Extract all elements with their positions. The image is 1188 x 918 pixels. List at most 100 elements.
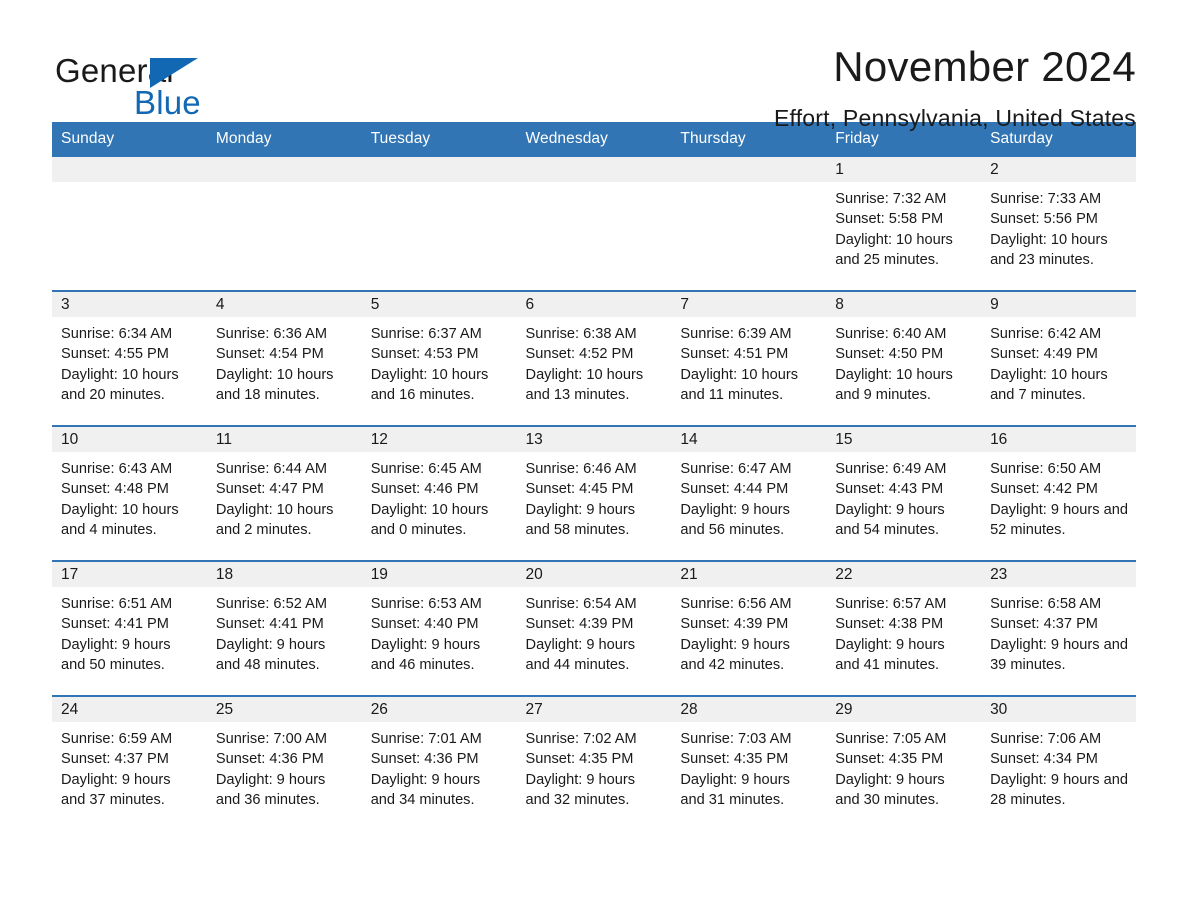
day-number: 11	[206, 427, 362, 452]
calendar-day-cell[interactable]: 17 Sunrise: 6:51 AM Sunset: 4:41 PM Dayligh…	[52, 560, 207, 696]
daylight-text: Daylight: 9 hours and 56 minutes.	[680, 501, 790, 538]
calendar-day-cell[interactable]: 13 Sunrise: 6:46 AM Sunset: 4:45 PM Dayligh…	[516, 425, 672, 561]
sunset-text: Sunset: 4:55 PM	[61, 346, 169, 363]
daylight-text: Daylight: 9 hours and 32 minutes.	[525, 771, 636, 808]
day-number: 2	[981, 157, 1136, 182]
sunset-text: Sunset: 4:45 PM	[525, 481, 634, 498]
calendar-day-cell[interactable]: 19 Sunrise: 6:53 AM Sunset: 4:40 PM Dayligh…	[361, 560, 517, 696]
day-details	[362, 182, 517, 290]
calendar-day-cell[interactable]: 24 Sunrise: 6:59 AM Sunset: 4:37 PM Dayligh…	[52, 695, 207, 830]
weekday-header-sunday: Sunday	[52, 122, 207, 157]
sunset-text: Sunset: 4:40 PM	[370, 616, 479, 633]
day-details: Sunrise: 6:56 AM Sunset: 4:39 PM Daylight:…	[671, 587, 826, 695]
day-number: 15	[826, 427, 982, 452]
day-number	[361, 157, 517, 182]
sunrise-text: Sunrise: 6:51 AM	[61, 596, 173, 612]
calendar-week-row: 17 Sunrise: 6:51 AM Sunset: 4:41 PM Dayligh…	[52, 560, 1136, 696]
daylight-text: Daylight: 10 hours and 9 minutes.	[835, 366, 953, 403]
daylight-text: Daylight: 9 hours and 48 minutes.	[215, 636, 326, 673]
sunrise-text: Sunrise: 6:53 AM	[370, 596, 482, 612]
sunrise-text: Sunrise: 6:54 AM	[525, 596, 637, 612]
calendar-day-cell[interactable]: 23 Sunrise: 6:58 AM Sunset: 4:37 PM Dayligh…	[981, 560, 1136, 696]
sunset-text: Sunset: 4:36 PM	[370, 751, 479, 768]
day-details: Sunrise: 6:40 AM Sunset: 4:50 PM Daylight:…	[826, 317, 981, 425]
day-details: Sunrise: 6:47 AM Sunset: 4:44 PM Daylight:…	[671, 452, 826, 560]
page-header: General Blue November 2024 Effort, Penns…	[0, 0, 1188, 131]
day-details: Sunrise: 7:02 AM Sunset: 4:35 PM Daylight:…	[517, 722, 672, 830]
day-number: 5	[361, 292, 517, 317]
daylight-text: Daylight: 10 hours and 13 minutes.	[525, 366, 644, 403]
day-details: Sunrise: 6:45 AM Sunset: 4:46 PM Daylight:…	[362, 452, 517, 560]
calendar-day-cell[interactable]: 28 Sunrise: 7:03 AM Sunset: 4:35 PM Dayligh…	[671, 695, 827, 830]
calendar-cell-empty	[52, 157, 207, 291]
calendar-day-cell[interactable]: 4 Sunrise: 6:36 AM Sunset: 4:54 PM Daylight…	[206, 290, 362, 426]
daylight-text: Daylight: 9 hours and 31 minutes.	[680, 771, 790, 808]
calendar-day-cell[interactable]: 3 Sunrise: 6:34 AM Sunset: 4:55 PM Daylight…	[52, 290, 207, 426]
daylight-text: Daylight: 9 hours and 42 minutes.	[680, 636, 790, 673]
calendar-day-cell[interactable]: 14 Sunrise: 6:47 AM Sunset: 4:44 PM Dayligh…	[671, 425, 827, 561]
sunset-text: Sunset: 4:54 PM	[215, 346, 324, 363]
sunset-text: Sunset: 4:43 PM	[835, 481, 944, 498]
calendar-day-cell[interactable]: 25 Sunrise: 7:00 AM Sunset: 4:36 PM Dayligh…	[206, 695, 362, 830]
calendar-day-cell[interactable]: 5 Sunrise: 6:37 AM Sunset: 4:53 PM Daylight…	[361, 290, 517, 426]
daylight-text: Daylight: 9 hours and 39 minutes.	[990, 636, 1128, 673]
sunrise-sunset-calendar: Sunday Monday Tuesday Wednesday Thursday Frid…	[52, 122, 1136, 830]
day-details: Sunrise: 6:34 AM Sunset: 4:55 PM Daylight:…	[52, 317, 207, 425]
day-details: Sunrise: 6:38 AM Sunset: 4:52 PM Daylight:…	[517, 317, 672, 425]
calendar-day-cell[interactable]: 27 Sunrise: 7:02 AM Sunset: 4:35 PM Dayligh…	[516, 695, 672, 830]
calendar-day-cell[interactable]: 26 Sunrise: 7:01 AM Sunset: 4:36 PM Dayligh…	[361, 695, 517, 830]
location-subtitle: Effort, Pennsylvania, United States	[774, 105, 1136, 132]
sunset-text: Sunset: 4:35 PM	[525, 751, 634, 768]
sunrise-text: Sunrise: 7:03 AM	[680, 731, 792, 747]
sunrise-text: Sunrise: 6:42 AM	[990, 326, 1102, 342]
day-details: Sunrise: 6:42 AM Sunset: 4:49 PM Daylight:…	[981, 317, 1136, 425]
day-details: Sunrise: 6:36 AM Sunset: 4:54 PM Daylight:…	[207, 317, 362, 425]
calendar-day-cell[interactable]: 1 Sunrise: 7:32 AM Sunset: 5:58 PM Daylight…	[826, 157, 982, 291]
calendar-day-cell[interactable]: 10 Sunrise: 6:43 AM Sunset: 4:48 PM Dayligh…	[52, 425, 207, 561]
calendar-day-cell[interactable]: 29 Sunrise: 7:05 AM Sunset: 4:35 PM Dayligh…	[826, 695, 982, 830]
daylight-text: Daylight: 10 hours and 25 minutes.	[835, 231, 953, 268]
sunset-text: Sunset: 4:48 PM	[61, 481, 169, 498]
sunrise-text: Sunrise: 6:47 AM	[680, 461, 792, 477]
day-details: Sunrise: 6:54 AM Sunset: 4:39 PM Daylight:…	[517, 587, 672, 695]
daylight-text: Daylight: 10 hours and 16 minutes.	[370, 366, 489, 403]
calendar-day-cell[interactable]: 22 Sunrise: 6:57 AM Sunset: 4:38 PM Dayligh…	[826, 560, 982, 696]
calendar-cell-empty	[361, 157, 517, 291]
calendar-day-cell[interactable]: 8 Sunrise: 6:40 AM Sunset: 4:50 PM Daylight…	[826, 290, 982, 426]
calendar-day-cell[interactable]: 18 Sunrise: 6:52 AM Sunset: 4:41 PM Dayligh…	[206, 560, 362, 696]
calendar-day-cell[interactable]: 30 Sunrise: 7:06 AM Sunset: 4:34 PM Dayligh…	[981, 695, 1136, 830]
calendar-week-row: 24 Sunrise: 6:59 AM Sunset: 4:37 PM Dayligh…	[52, 695, 1136, 830]
day-number: 19	[361, 562, 517, 587]
calendar-day-cell[interactable]: 11 Sunrise: 6:44 AM Sunset: 4:47 PM Dayligh…	[206, 425, 362, 561]
day-details: Sunrise: 6:51 AM Sunset: 4:41 PM Daylight:…	[52, 587, 207, 695]
day-number: 23	[981, 562, 1136, 587]
day-details	[52, 182, 207, 290]
day-number: 26	[361, 697, 517, 722]
calendar-day-cell[interactable]: 2 Sunrise: 7:33 AM Sunset: 5:56 PM Daylight…	[981, 157, 1136, 291]
calendar-day-cell[interactable]: 6 Sunrise: 6:38 AM Sunset: 4:52 PM Daylight…	[516, 290, 672, 426]
sunrise-text: Sunrise: 6:50 AM	[990, 461, 1102, 477]
sunrise-text: Sunrise: 7:32 AM	[835, 191, 947, 207]
calendar-day-cell[interactable]: 9 Sunrise: 6:42 AM Sunset: 4:49 PM Daylight…	[981, 290, 1136, 426]
general-blue-logo[interactable]: General Blue	[55, 44, 295, 119]
daylight-text: Daylight: 10 hours and 11 minutes.	[680, 366, 799, 403]
sunrise-text: Sunrise: 7:02 AM	[525, 731, 637, 747]
day-number	[206, 157, 362, 182]
sunrise-text: Sunrise: 7:01 AM	[370, 731, 482, 747]
daylight-text: Daylight: 10 hours and 7 minutes.	[990, 366, 1108, 403]
calendar-day-cell[interactable]: 12 Sunrise: 6:45 AM Sunset: 4:46 PM Dayligh…	[361, 425, 517, 561]
day-details: Sunrise: 6:59 AM Sunset: 4:37 PM Daylight:…	[52, 722, 207, 830]
calendar-day-cell[interactable]: 7 Sunrise: 6:39 AM Sunset: 4:51 PM Daylight…	[671, 290, 827, 426]
calendar-day-cell[interactable]: 15 Sunrise: 6:49 AM Sunset: 4:43 PM Dayligh…	[826, 425, 982, 561]
calendar-day-cell[interactable]: 21 Sunrise: 6:56 AM Sunset: 4:39 PM Dayligh…	[671, 560, 827, 696]
sunset-text: Sunset: 5:58 PM	[835, 211, 944, 228]
daylight-text: Daylight: 9 hours and 50 minutes.	[61, 636, 171, 673]
day-number: 3	[52, 292, 207, 317]
sunrise-text: Sunrise: 7:33 AM	[990, 191, 1102, 207]
calendar-day-cell[interactable]: 16 Sunrise: 6:50 AM Sunset: 4:42 PM Dayligh…	[981, 425, 1136, 561]
calendar-day-cell[interactable]: 20 Sunrise: 6:54 AM Sunset: 4:39 PM Dayligh…	[516, 560, 672, 696]
day-number: 12	[361, 427, 517, 452]
sunset-text: Sunset: 4:39 PM	[525, 616, 634, 633]
day-details: Sunrise: 6:44 AM Sunset: 4:47 PM Daylight:…	[207, 452, 362, 560]
day-details	[517, 182, 672, 290]
